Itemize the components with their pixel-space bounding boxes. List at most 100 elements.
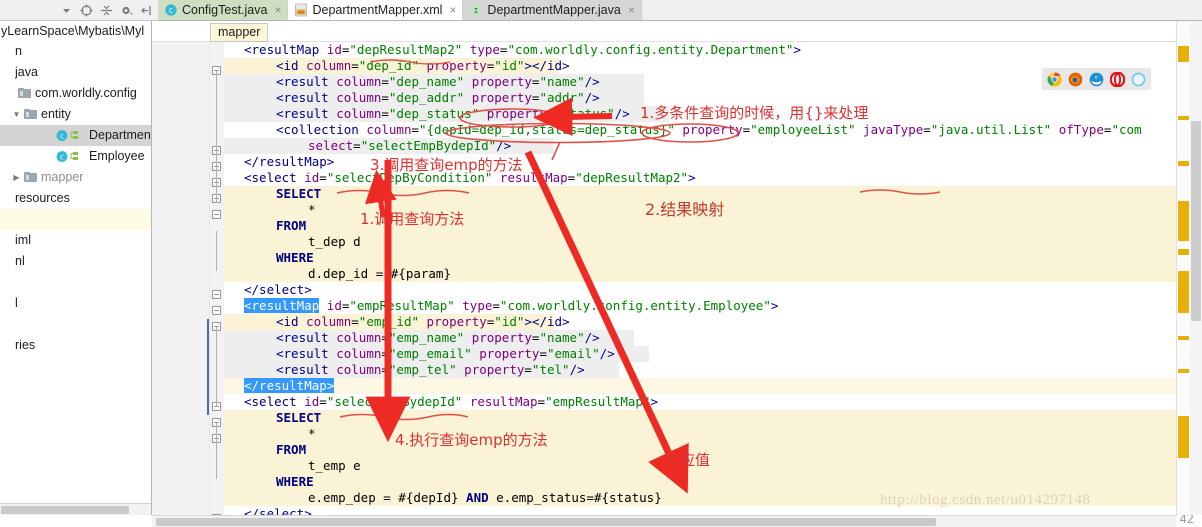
marker-stripe[interactable] bbox=[1178, 369, 1189, 373]
settings-target-icon[interactable] bbox=[80, 4, 93, 17]
safari-icon[interactable] bbox=[1131, 72, 1146, 87]
code-area[interactable]: <resultMap id="depResultMap2" type="com.… bbox=[152, 42, 1202, 527]
code-line[interactable]: * bbox=[224, 202, 316, 218]
code-editor[interactable]: mapper <resultMap id="depResultMap2" typ… bbox=[152, 21, 1202, 527]
code-token: > bbox=[524, 58, 532, 73]
sidebar-item-l[interactable]: l bbox=[0, 293, 151, 314]
vcs-change-marker[interactable] bbox=[207, 319, 209, 415]
code-line[interactable]: t_emp e bbox=[224, 458, 361, 474]
chevron-down-icon[interactable] bbox=[60, 4, 73, 17]
step-out-icon[interactable] bbox=[140, 4, 153, 17]
code-token: column bbox=[336, 74, 382, 89]
marker-stripe[interactable] bbox=[1178, 161, 1189, 166]
marker-stripe[interactable] bbox=[1178, 416, 1189, 458]
code-token: "empResultMap" bbox=[545, 394, 651, 409]
code-line[interactable]: SELECT bbox=[224, 410, 321, 426]
close-icon[interactable]: × bbox=[449, 4, 456, 16]
code-token: </id> bbox=[531, 58, 570, 73]
code-line[interactable]: <result column="emp_name" property="name… bbox=[224, 330, 600, 346]
project-tree[interactable]: n java com.worldly.config ▼ entity C Departmen… bbox=[0, 41, 151, 356]
code-line[interactable]: FROM bbox=[224, 442, 306, 458]
internet-explorer-icon[interactable]: e bbox=[1089, 72, 1104, 87]
chevron-down-icon[interactable]: ▼ bbox=[10, 104, 23, 125]
close-icon[interactable]: × bbox=[274, 4, 281, 16]
code-line[interactable]: SELECT bbox=[224, 186, 321, 202]
code-line[interactable]: <result column="emp_email" property="ema… bbox=[224, 346, 615, 362]
opera-icon[interactable] bbox=[1110, 71, 1125, 87]
fold-toggle-icon[interactable]: − bbox=[212, 290, 221, 299]
code-line[interactable]: <resultMap id="depResultMap2" type="com.… bbox=[224, 42, 801, 58]
code-line[interactable]: <result column="emp_tel" property="tel"/… bbox=[224, 362, 585, 378]
vertical-scrollbar-thumb[interactable] bbox=[1191, 121, 1201, 321]
chrome-icon[interactable] bbox=[1047, 71, 1062, 87]
sidebar-item-label: nl bbox=[15, 254, 25, 268]
code-token: "id" bbox=[494, 314, 525, 329]
marker-stripe[interactable] bbox=[1178, 336, 1189, 340]
browser-launcher-bar[interactable]: e bbox=[1042, 68, 1151, 90]
close-icon[interactable]: × bbox=[628, 4, 635, 16]
code-line[interactable]: * bbox=[224, 426, 316, 442]
code-line[interactable]: </resultMap> bbox=[224, 154, 334, 170]
code-token: </id> bbox=[531, 314, 570, 329]
error-marker-bar[interactable] bbox=[1176, 21, 1190, 515]
marker-stripe[interactable] bbox=[1178, 271, 1189, 313]
editor-hscrollbar[interactable] bbox=[152, 515, 1176, 527]
sidebar-item-n[interactable]: n bbox=[0, 41, 151, 62]
code-line[interactable]: <id column="emp_id" property="id"></id> bbox=[224, 314, 570, 330]
code-line[interactable]: d.dep_id = #{param} bbox=[224, 266, 451, 282]
sidebar-item-nl[interactable]: nl bbox=[0, 251, 151, 272]
sidebar-item-iml[interactable]: iml bbox=[0, 230, 151, 251]
code-line[interactable]: </select> bbox=[224, 282, 312, 298]
marker-stripe[interactable] bbox=[1178, 116, 1189, 120]
sidebar-item-entity[interactable]: ▼ entity bbox=[0, 104, 151, 125]
code-token: /> bbox=[584, 74, 600, 89]
fold-toggle-icon[interactable]: − bbox=[212, 210, 221, 219]
chevron-right-icon[interactable]: ▶ bbox=[10, 167, 23, 188]
gear-icon[interactable] bbox=[120, 4, 133, 17]
tab-departmentmapper-xml[interactable]: <> DepartmentMapper.xml × bbox=[288, 0, 464, 20]
code-token: > bbox=[793, 42, 801, 57]
breadcrumb-mapper[interactable]: mapper bbox=[210, 23, 269, 42]
fold-toggle-icon[interactable]: − bbox=[212, 306, 221, 315]
code-token: = bbox=[381, 362, 389, 377]
code-line[interactable]: </resultMap> bbox=[224, 378, 335, 394]
sidebar-item-ries[interactable]: ries bbox=[0, 335, 151, 356]
code-line[interactable]: WHERE bbox=[224, 250, 314, 266]
code-viewport[interactable]: <resultMap id="depResultMap2" type="com.… bbox=[224, 42, 1202, 527]
marker-stripe[interactable] bbox=[1178, 249, 1189, 255]
sidebar-item-com-worldly-config[interactable]: com.worldly.config bbox=[0, 83, 151, 104]
sidebar-item-resources[interactable]: resources bbox=[0, 188, 151, 209]
code-line[interactable]: <select id="selectEmpBydepId" resultMap=… bbox=[224, 394, 658, 410]
code-line[interactable]: e.emp_dep = #{depId} AND e.emp_status=#{… bbox=[224, 490, 662, 506]
code-line[interactable]: <result column="dep_status" property="st… bbox=[224, 106, 630, 122]
code-line[interactable]: <resultMap id="empResultMap" type="com.w… bbox=[224, 298, 778, 314]
project-panel[interactable]: yLearnSpace\Mybatis\Myl n java com.worldly… bbox=[0, 21, 152, 515]
collapse-all-icon[interactable] bbox=[100, 4, 113, 17]
code-token: "status" bbox=[554, 106, 615, 121]
sidebar-item-employee[interactable]: C Employee bbox=[0, 146, 151, 167]
marker-stripe[interactable] bbox=[1178, 201, 1189, 241]
code-line[interactable]: <result column="dep_name" property="name… bbox=[224, 74, 600, 90]
sidebar-hscrollbar[interactable] bbox=[0, 503, 151, 515]
code-line[interactable]: WHERE bbox=[224, 474, 314, 490]
tab-configtest-java[interactable]: C ConfigTest.java × bbox=[158, 0, 289, 20]
sidebar-item-department[interactable]: C Department bbox=[0, 125, 151, 146]
marker-stripe[interactable] bbox=[1178, 46, 1189, 62]
sidebar-item-java[interactable]: java bbox=[0, 62, 151, 83]
fold-gutter[interactable] bbox=[210, 42, 224, 527]
code-line-highlight bbox=[224, 442, 1202, 458]
code-line[interactable]: <select id="selectDepByCondition" result… bbox=[224, 170, 696, 186]
sidebar-item-mapper[interactable]: ▶ mapper bbox=[0, 167, 151, 188]
tab-departmentmapper-java[interactable]: I DepartmentMapper.java × bbox=[463, 0, 642, 20]
svg-text:C: C bbox=[169, 7, 173, 15]
code-line[interactable]: <collection column="{depId=dep_id,status… bbox=[224, 122, 1142, 138]
code-line[interactable]: select="selectEmpBydepId"/> bbox=[224, 138, 511, 154]
code-token: "id" bbox=[494, 58, 525, 73]
code-line[interactable]: <id column="dep_id" property="id"></id> bbox=[224, 58, 570, 74]
code-token: = bbox=[351, 58, 359, 73]
vertical-scrollbar[interactable] bbox=[1190, 21, 1202, 515]
code-line[interactable]: <result column="dep_addr" property="addr… bbox=[224, 90, 600, 106]
firefox-icon[interactable] bbox=[1068, 72, 1083, 87]
code-line[interactable]: FROM bbox=[224, 218, 306, 234]
code-line[interactable]: t_dep d bbox=[224, 234, 361, 250]
